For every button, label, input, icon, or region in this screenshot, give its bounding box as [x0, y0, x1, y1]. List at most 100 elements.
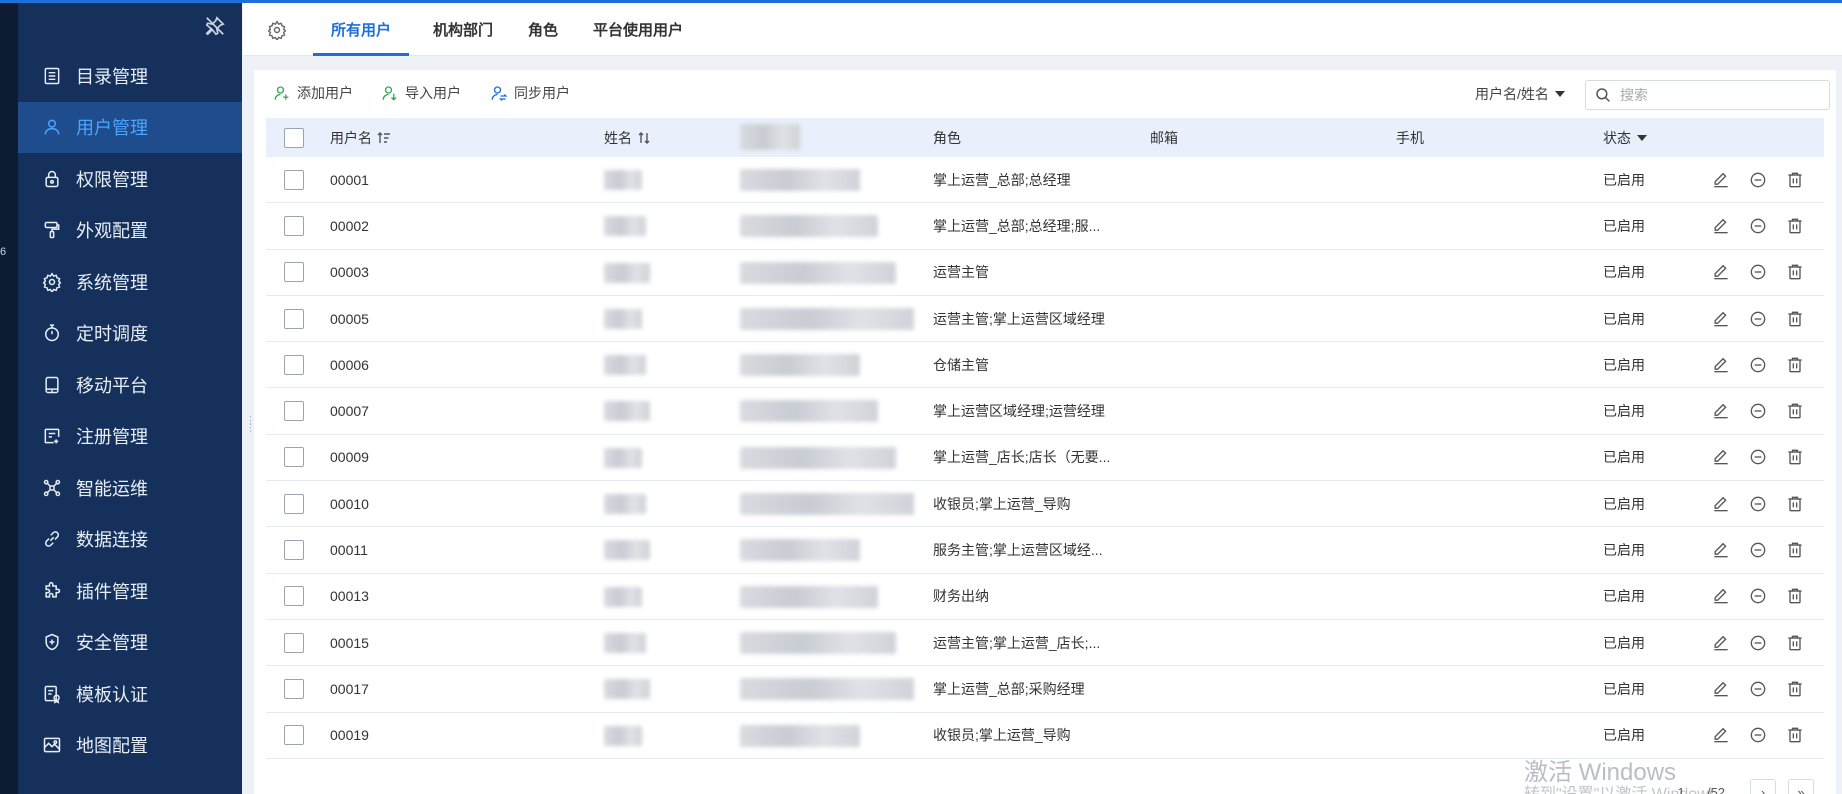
sidebar-item-puzzle[interactable]: 插件管理 [18, 565, 242, 617]
delete-icon[interactable] [1785, 401, 1805, 421]
edit-icon[interactable] [1711, 355, 1731, 375]
table-row[interactable]: 00017 掌上运营_总部;采购经理 已启用 [266, 666, 1824, 713]
sidebar-item-tablet[interactable]: 移动平台 [18, 359, 242, 411]
edit-icon[interactable] [1711, 309, 1731, 329]
header-status[interactable]: 状态 [1603, 118, 1647, 157]
sync-user-button[interactable]: 同步用户 [490, 83, 570, 103]
sidebar-item-catalog[interactable]: 目录管理 [18, 50, 242, 102]
row-checkbox[interactable] [284, 169, 304, 190]
disable-icon[interactable] [1748, 309, 1768, 329]
row-checkbox[interactable] [284, 354, 304, 375]
table-row[interactable]: 00001 掌上运营_总部;总经理 已启用 [266, 157, 1824, 204]
delete-icon[interactable] [1785, 540, 1805, 560]
edit-icon[interactable] [1711, 262, 1731, 282]
edit-icon[interactable] [1711, 633, 1731, 653]
sidebar-item-map[interactable]: 地图配置 [18, 720, 242, 772]
delete-icon[interactable] [1785, 355, 1805, 375]
edit-icon[interactable] [1711, 725, 1731, 745]
delete-icon[interactable] [1785, 586, 1805, 606]
disable-icon[interactable] [1748, 679, 1768, 699]
sidebar-item-timer[interactable]: 定时调度 [18, 308, 242, 360]
edit-icon[interactable] [1711, 679, 1731, 699]
table-row[interactable]: 00009 掌上运营_店长;店长（无要... 已启用 [266, 434, 1824, 482]
search-type-dropdown[interactable]: 用户名/姓名 [1475, 84, 1565, 104]
table-row[interactable]: 00003 运营主管 已启用 [266, 249, 1824, 296]
disable-icon[interactable] [1748, 262, 1768, 282]
row-checkbox[interactable] [284, 493, 304, 514]
edit-icon[interactable] [1711, 401, 1731, 421]
edit-icon[interactable] [1711, 586, 1731, 606]
delete-icon[interactable] [1785, 262, 1805, 282]
delete-icon[interactable] [1785, 216, 1805, 236]
cell-username: 00002 [330, 217, 369, 234]
delete-icon[interactable] [1785, 309, 1805, 329]
edit-icon[interactable] [1711, 447, 1731, 467]
sidebar-item-paint-roller[interactable]: 外观配置 [18, 205, 242, 257]
settings-gear-icon[interactable] [267, 20, 287, 42]
delete-icon[interactable] [1785, 494, 1805, 514]
row-checkbox[interactable] [284, 632, 304, 653]
tab-roles[interactable]: 角色 [518, 3, 568, 56]
paint-roller-icon [42, 220, 62, 240]
row-checkbox[interactable] [284, 540, 304, 561]
sidebar-item-label: 系统管理 [76, 272, 148, 293]
disable-icon[interactable] [1748, 494, 1768, 514]
row-checkbox[interactable] [284, 678, 304, 699]
sidebar-item-template-cert[interactable]: 模板认证 [18, 668, 242, 720]
sidebar-item-user[interactable]: 用户管理 [18, 101, 242, 153]
cell-status: 已启用 [1603, 588, 1645, 605]
cell-role: 运营主管 [933, 264, 989, 281]
table-row[interactable]: 00006 仓储主管 已启用 [266, 342, 1824, 389]
row-checkbox[interactable] [284, 725, 304, 746]
table-row[interactable]: 00002 掌上运营_总部;总经理;服... 已启用 [266, 203, 1824, 250]
disable-icon[interactable] [1748, 355, 1768, 375]
import-user-button[interactable]: 导入用户 [381, 83, 461, 103]
disable-icon[interactable] [1748, 401, 1768, 421]
delete-icon[interactable] [1785, 725, 1805, 745]
select-all-checkbox[interactable] [284, 127, 304, 148]
sidebar-item-register[interactable]: 注册管理 [18, 411, 242, 463]
disable-icon[interactable] [1748, 586, 1768, 606]
disable-icon[interactable] [1748, 447, 1768, 467]
table-row[interactable]: 00010 收银员;掌上运营_导购 已启用 [266, 481, 1824, 528]
disable-icon[interactable] [1748, 540, 1768, 560]
edit-icon[interactable] [1711, 216, 1731, 236]
sidebar-item-gear[interactable]: 系统管理 [18, 256, 242, 308]
sidebar-item-shield[interactable]: 安全管理 [18, 617, 242, 669]
sidebar-item-lock[interactable]: 权限管理 [18, 153, 242, 205]
delete-icon[interactable] [1785, 447, 1805, 467]
row-checkbox[interactable] [284, 586, 304, 607]
tab-departments[interactable]: 机构部门 [423, 3, 503, 56]
disable-icon[interactable] [1748, 170, 1768, 190]
pager-next-button[interactable]: › [1750, 779, 1776, 794]
delete-icon[interactable] [1785, 633, 1805, 653]
tab-all-users[interactable]: 所有用户 [313, 3, 409, 56]
add-user-button[interactable]: 添加用户 [273, 83, 353, 103]
disable-icon[interactable] [1748, 725, 1768, 745]
header-username[interactable]: 用户名 [330, 118, 392, 157]
pager-last-button[interactable]: » [1788, 779, 1814, 794]
table-row[interactable]: 00015 运营主管;掌上运营_店长;... 已启用 [266, 619, 1824, 667]
header-name[interactable]: 姓名 [604, 118, 652, 157]
edit-icon[interactable] [1711, 540, 1731, 560]
pin-icon[interactable] [204, 15, 226, 37]
tab-platform-users[interactable]: 平台使用用户 [583, 3, 693, 56]
disable-icon[interactable] [1748, 216, 1768, 236]
sidebar-item-network[interactable]: 智能运维 [18, 462, 242, 514]
sidebar-item-link[interactable]: 数据连接 [18, 514, 242, 566]
row-checkbox[interactable] [284, 447, 304, 468]
edit-icon[interactable] [1711, 494, 1731, 514]
row-checkbox[interactable] [284, 215, 304, 236]
row-checkbox[interactable] [284, 308, 304, 329]
disable-icon[interactable] [1748, 633, 1768, 653]
table-row[interactable]: 00011 服务主管;掌上运营区域经... 已启用 [266, 527, 1824, 574]
row-checkbox[interactable] [284, 401, 304, 422]
edit-icon[interactable] [1711, 170, 1731, 190]
table-row[interactable]: 00005 运营主管;掌上运营区域经理 已启用 [266, 295, 1824, 343]
row-checkbox[interactable] [284, 262, 304, 283]
search-input[interactable] [1620, 87, 1820, 103]
table-row[interactable]: 00013 财务出纳 已启用 [266, 573, 1824, 620]
delete-icon[interactable] [1785, 170, 1805, 190]
table-row[interactable]: 00007 掌上运营区域经理;运营经理 已启用 [266, 388, 1824, 435]
delete-icon[interactable] [1785, 679, 1805, 699]
